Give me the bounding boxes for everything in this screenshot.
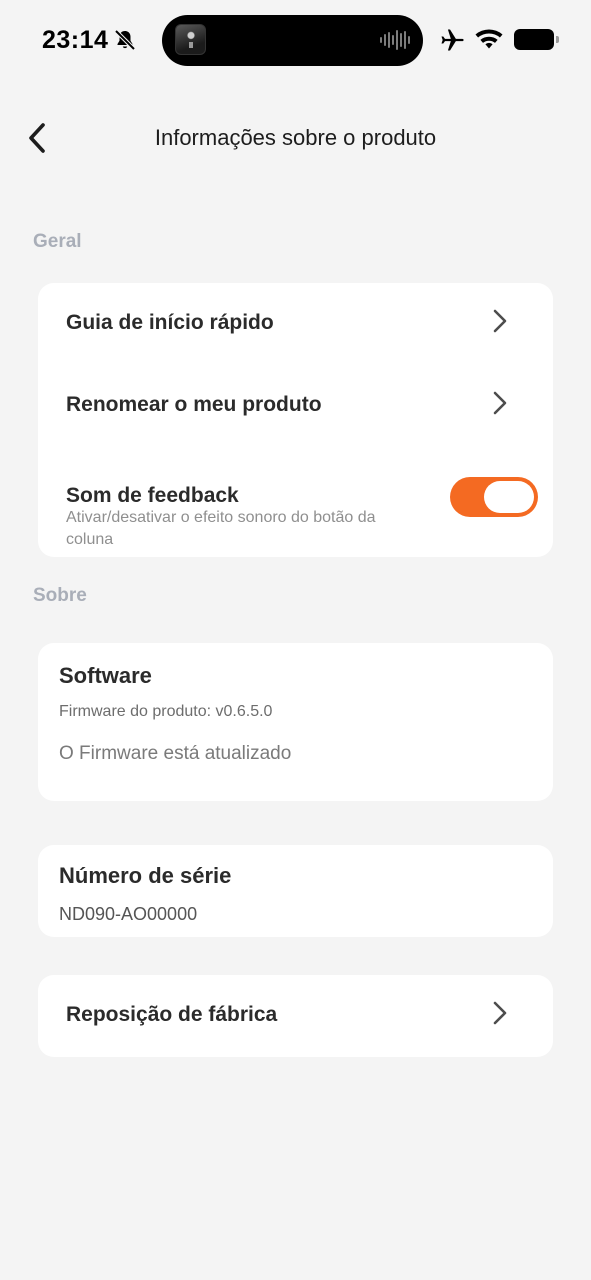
album-art-icon <box>175 24 206 55</box>
factory-reset-label: Reposição de fábrica <box>66 1003 278 1026</box>
status-bar: 23:14 <box>0 0 591 80</box>
rename-label: Renomear o meu produto <box>66 393 322 416</box>
serial-title: Número de série <box>59 863 232 888</box>
section-label-general: Geral <box>33 231 82 252</box>
general-card: Guia de início rápido Renomear o meu pro… <box>38 283 553 557</box>
firmware-version: Firmware do produto: v0.6.5.0 <box>59 703 273 720</box>
wifi-icon <box>475 29 503 49</box>
software-card: Software Firmware do produto: v0.6.5.0 O… <box>38 643 553 801</box>
battery-icon <box>514 29 559 50</box>
dynamic-island[interactable] <box>162 15 423 66</box>
firmware-status: O Firmware está atualizado <box>59 743 292 764</box>
bell-off-icon <box>114 29 136 51</box>
page-title: Informações sobre o produto <box>154 125 437 150</box>
chevron-right-icon <box>493 391 507 415</box>
status-time: 23:14 <box>42 26 109 54</box>
chevron-right-icon <box>493 1001 507 1025</box>
software-title: Software <box>59 663 152 688</box>
factory-reset-row[interactable]: Reposição de fábrica <box>38 975 553 1057</box>
quick-start-label: Guia de início rápido <box>66 311 274 334</box>
airplane-icon <box>441 29 464 51</box>
feedback-sound-toggle[interactable] <box>450 477 538 517</box>
feedback-sound-label: Som de feedback <box>66 484 239 507</box>
rename-row[interactable]: Renomear o meu produto <box>38 365 553 447</box>
audio-wave-icon <box>380 30 410 50</box>
toggle-knob <box>484 481 534 513</box>
quick-start-row[interactable]: Guia de início rápido <box>38 283 553 365</box>
feedback-sound-description: Ativar/desativar o efeito sonoro do botã… <box>66 509 376 548</box>
section-label-about: Sobre <box>33 585 87 606</box>
factory-reset-card: Reposição de fábrica <box>38 975 553 1057</box>
serial-value: ND09⁠0-AO00⁠⁠000 <box>59 904 198 924</box>
screen: 23:14 Informações sobre o produto Geral … <box>0 0 591 1280</box>
chevron-right-icon <box>493 309 507 333</box>
serial-card: Número de série ND09⁠0-AO00⁠⁠000 <box>38 845 553 937</box>
